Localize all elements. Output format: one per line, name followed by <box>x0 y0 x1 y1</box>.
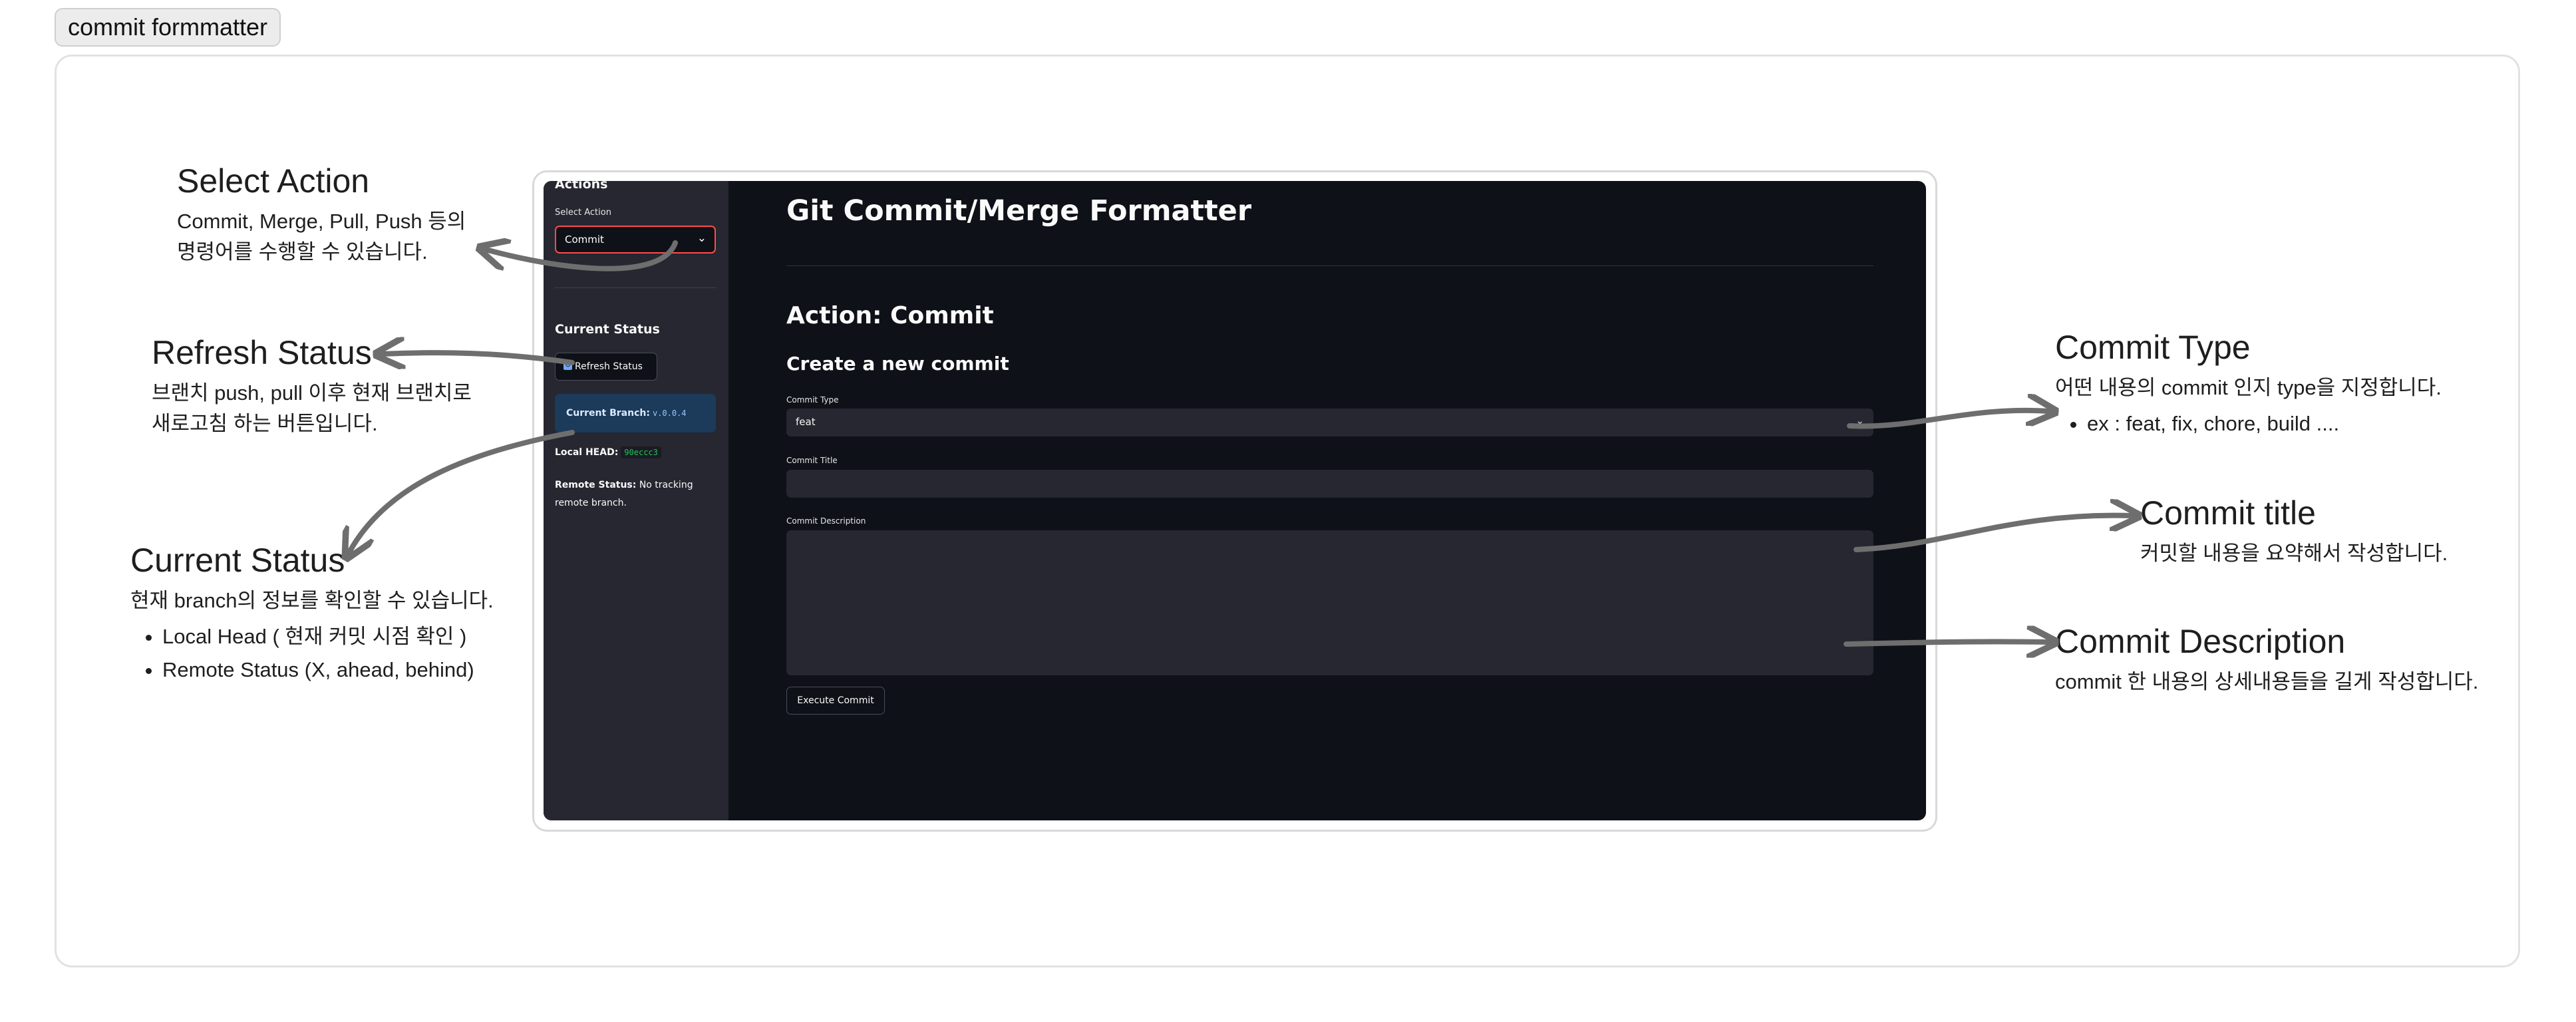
arrow-commit-type <box>1847 411 2049 429</box>
arrow-commit-description <box>1844 641 2049 644</box>
arrow-commit-title <box>1853 516 2132 552</box>
arrow-current-status <box>349 430 575 552</box>
arrow-refresh-status <box>383 353 575 363</box>
annotation-arrows <box>0 0 2576 1022</box>
arrow-select-action <box>486 243 678 271</box>
